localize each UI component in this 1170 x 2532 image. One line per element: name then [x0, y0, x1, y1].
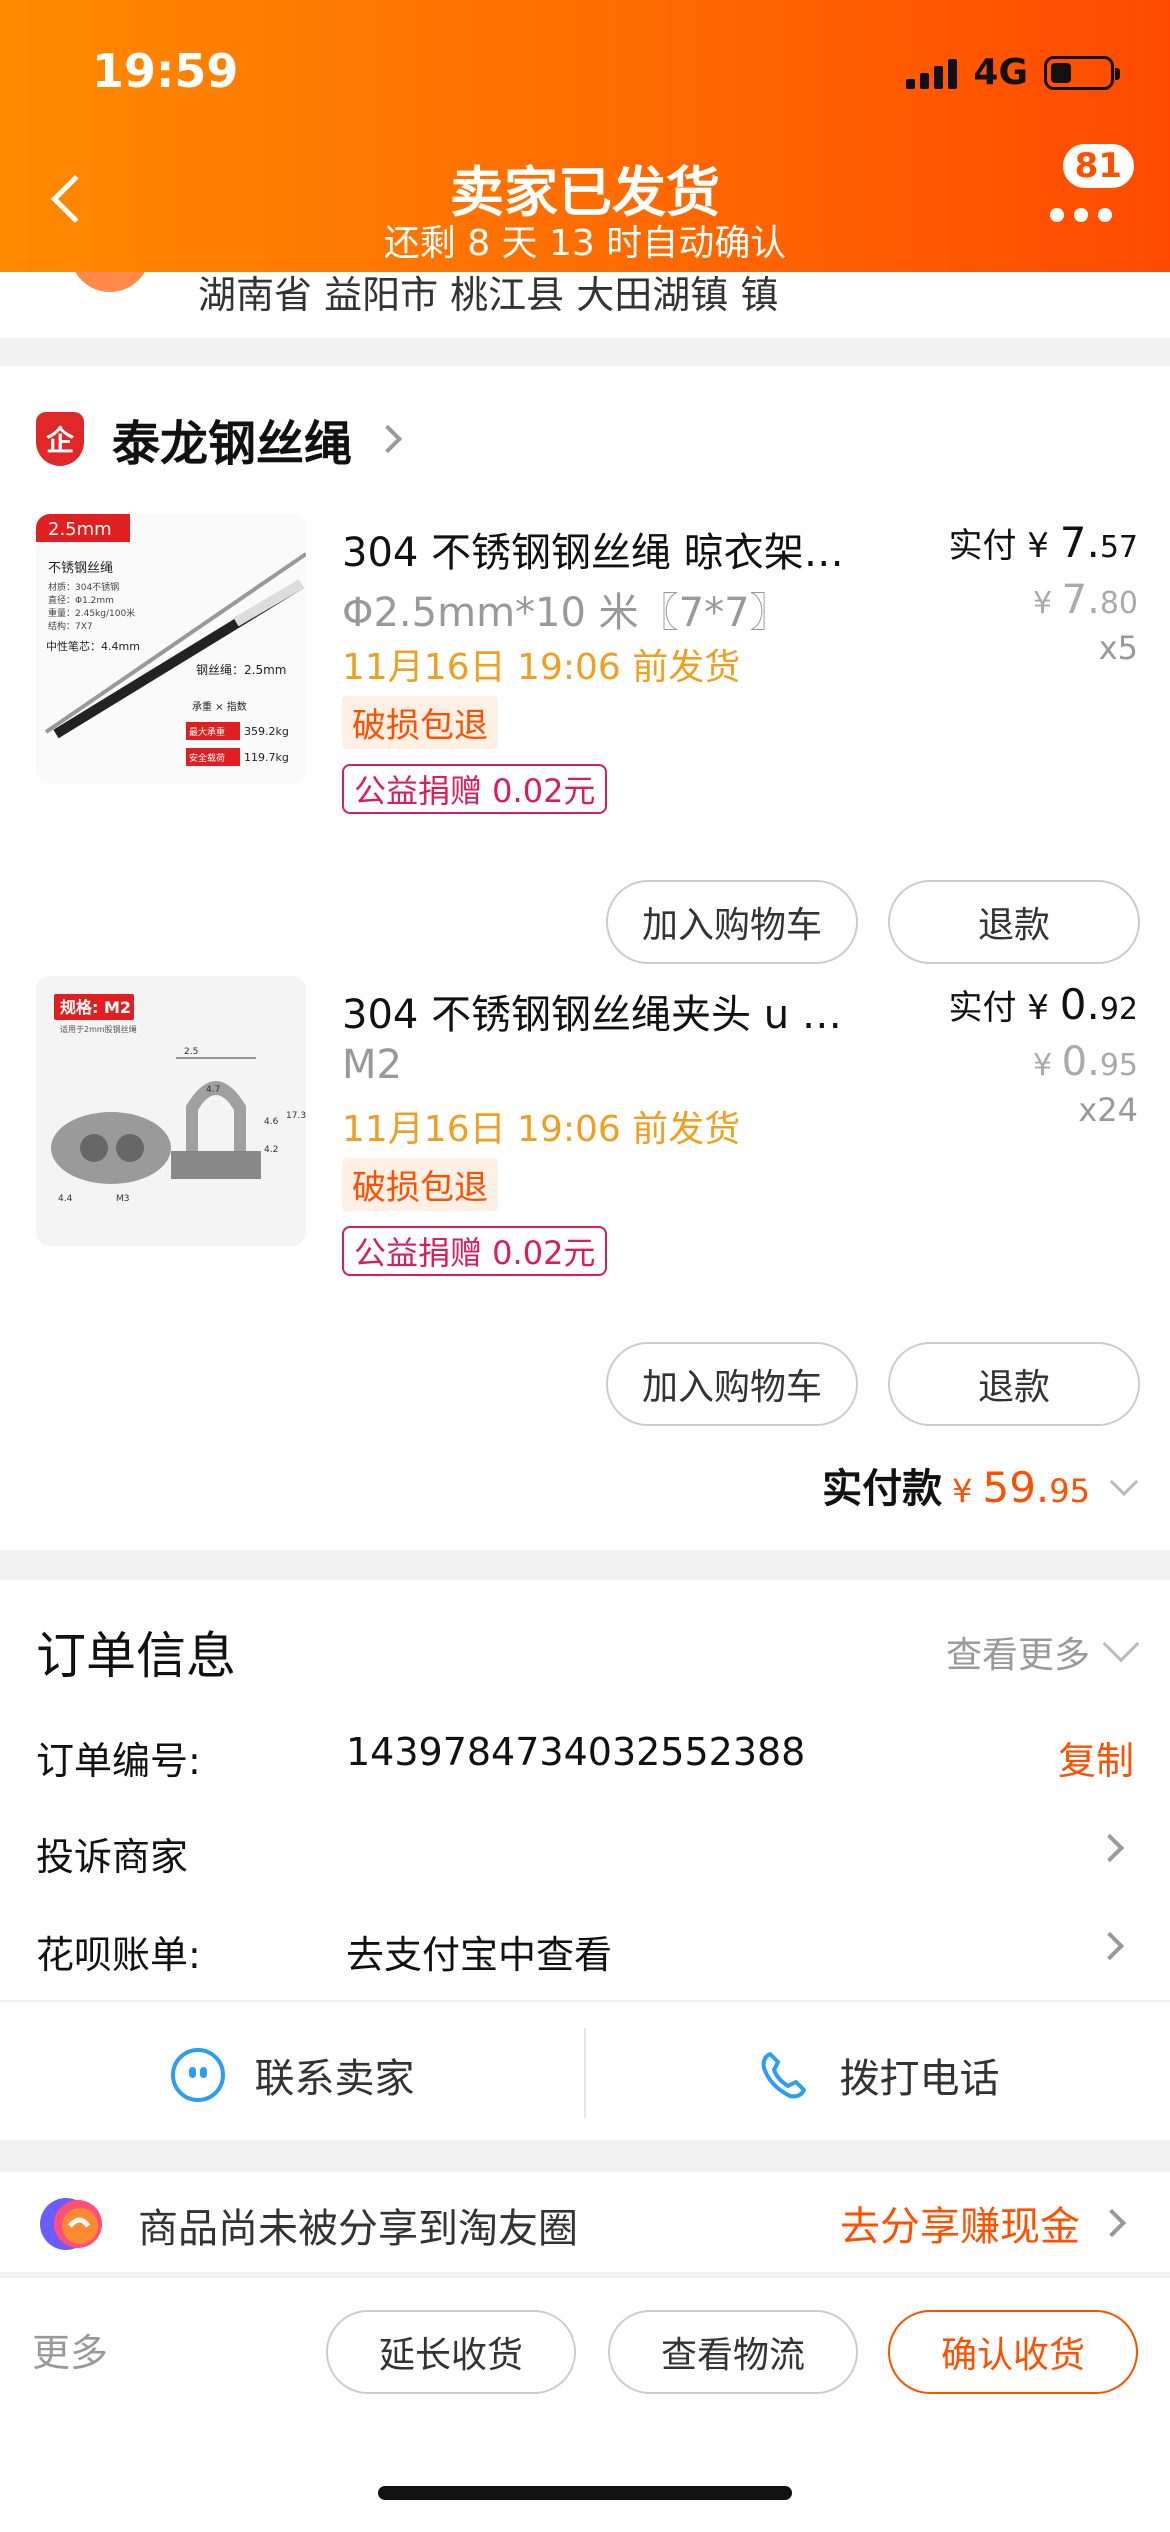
chevron-right-icon	[373, 424, 403, 454]
order-item[interactable]: 规格: M2 适用于2mm股钢丝绳 2.5 4.7 4.6 17.3 4.2 M…	[0, 976, 1170, 1436]
bottom-action-bar: 更多 延长收货 查看物流 确认收货	[0, 2276, 1170, 2532]
confirm-receipt-button[interactable]: 确认收货	[888, 2310, 1138, 2394]
signal-icon	[906, 57, 958, 89]
chat-face-icon	[170, 2048, 225, 2102]
svg-text:最大承重: 最大承重	[189, 726, 225, 738]
enterprise-shop-icon: 企	[36, 412, 84, 466]
address-text: 湖南省 益阳市 桃江县 大田湖镇 镇	[198, 273, 779, 317]
address-strip[interactable]: 湖南省 益阳市 桃江县 大田湖镇 镇	[0, 242, 1170, 338]
ship-deadline: 11月16日 19:06 前发货	[342, 647, 741, 688]
total-amount: 59.95	[982, 1463, 1090, 1512]
phone-icon	[761, 2052, 806, 2099]
svg-text:结构：7X7: 结构：7X7	[48, 620, 93, 632]
product-spec: Φ2.5mm*10 米〖7*7〗	[342, 590, 790, 636]
svg-text:17.3: 17.3	[286, 1111, 306, 1121]
original-price: ¥ 0.95	[1033, 1039, 1138, 1085]
view-more-button[interactable]: 查看更多	[946, 1625, 1140, 1678]
order-number-label: 订单编号:	[36, 1739, 201, 1783]
damage-return-tag: 破损包退	[342, 696, 498, 749]
damage-return-tag: 破损包退	[342, 1158, 498, 1211]
divider	[0, 2000, 1170, 2002]
ship-deadline: 11月16日 19:06 前发货	[342, 1109, 741, 1150]
currency-symbol: ¥	[952, 1472, 973, 1510]
svg-text:不锈钢丝绳: 不锈钢丝绳	[48, 561, 113, 576]
svg-text:安全载荷: 安全载荷	[189, 752, 225, 764]
shop-header[interactable]: 企 泰龙钢丝绳	[36, 404, 403, 474]
svg-text:4.7: 4.7	[206, 1085, 220, 1095]
product-image-wire-rope[interactable]: 2.5mm 不锈钢丝绳 材质：304不锈钢 直径：Φ1.2mm 重量：2.45k…	[36, 514, 306, 784]
chevron-down-icon	[1109, 1467, 1139, 1497]
total-payment-row[interactable]: 实付款 ¥ 59.95	[822, 1456, 1139, 1514]
svg-text:119.7kg: 119.7kg	[244, 751, 289, 764]
svg-text:359.2kg: 359.2kg	[244, 725, 289, 738]
auto-confirm-countdown: 还剩 8 天 13 时自动确认	[383, 223, 787, 264]
paid-price: 实付 ¥ 0.92	[948, 980, 1138, 1029]
original-price: ¥ 7.80	[1033, 577, 1138, 623]
svg-text:钢丝绳：2.5mm: 钢丝绳：2.5mm	[196, 663, 286, 677]
price-box: 实付 ¥ 0.92 ¥ 0.95 x24	[948, 980, 1138, 1129]
quantity: x24	[1078, 1091, 1138, 1129]
svg-text:4.2: 4.2	[264, 1145, 278, 1155]
product-spec: M2	[342, 1042, 402, 1088]
huabei-bill-link[interactable]: 去支付宝中查看	[346, 1924, 612, 1979]
view-logistics-button[interactable]: 查看物流	[608, 2310, 858, 2394]
more-dots-icon	[1050, 208, 1112, 222]
chevron-right-icon	[1095, 1833, 1125, 1863]
paid-price: 实付 ¥ 7.57	[948, 518, 1138, 567]
refund-button[interactable]: 退款	[888, 880, 1140, 964]
status-time: 19:59	[92, 44, 239, 98]
svg-text:中性笔芯：4.4mm: 中性笔芯：4.4mm	[46, 639, 140, 653]
total-label: 实付款	[822, 1466, 943, 1512]
extend-receipt-button[interactable]: 延长收货	[326, 2310, 576, 2394]
svg-text:4.4: 4.4	[58, 1194, 73, 1204]
svg-text:适用于2mm股钢丝绳: 适用于2mm股钢丝绳	[60, 1024, 137, 1034]
product-image-wire-clamp[interactable]: 规格: M2 适用于2mm股钢丝绳 2.5 4.7 4.6 17.3 4.2 M…	[36, 976, 306, 1246]
contact-seller-button[interactable]: 联系卖家	[0, 2010, 585, 2140]
share-banner[interactable]: 商品尚未被分享到淘友圈 去分享赚现金	[0, 2172, 1170, 2272]
call-phone-button[interactable]: 拨打电话	[585, 2010, 1170, 2140]
chevron-right-icon	[1095, 1931, 1125, 1961]
price-box: 实付 ¥ 7.57 ¥ 7.80 x5	[948, 518, 1138, 667]
order-info-card: 订单信息 查看更多 订单编号: 1439784734032552388 复制 投…	[0, 1580, 1170, 2140]
svg-text:重量：2.45kg/100米: 重量：2.45kg/100米	[48, 607, 135, 619]
order-number-value: 1439784734032552388	[346, 1730, 806, 1774]
more-actions[interactable]: 更多	[32, 2322, 108, 2377]
quantity: x5	[1098, 629, 1138, 667]
order-item[interactable]: 2.5mm 不锈钢丝绳 材质：304不锈钢 直径：Φ1.2mm 重量：2.45k…	[0, 514, 1170, 974]
taoyou-circle-icon	[40, 2198, 102, 2250]
refund-button[interactable]: 退款	[888, 1342, 1140, 1426]
charity-tag: 公益捐赠 0.02元	[342, 1226, 608, 1276]
huabei-bill-label: 花呗账单:	[36, 1933, 201, 1977]
svg-text:2.5: 2.5	[184, 1047, 198, 1057]
share-earn-link[interactable]: 去分享赚现金	[840, 2194, 1127, 2252]
chevron-down-icon	[1102, 1625, 1140, 1663]
order-header: 19:59 4G 卖家已发货 还剩 8 天 13 时自动确认 81	[0, 0, 1170, 272]
complain-seller-link[interactable]: 投诉商家	[36, 1826, 188, 1881]
add-to-cart-button[interactable]: 加入购物车	[606, 1342, 858, 1426]
shop-name: 泰龙钢丝绳	[112, 416, 353, 472]
share-status-text: 商品尚未被分享到淘友圈	[138, 2206, 578, 2252]
svg-text:承重 × 指数: 承重 × 指数	[192, 700, 247, 713]
svg-text:M3: M3	[116, 1194, 130, 1204]
product-title[interactable]: 304 不锈钢钢丝绳夹头 u 型…	[342, 982, 862, 1040]
order-info-title: 订单信息	[36, 1627, 236, 1685]
product-title[interactable]: 304 不锈钢钢丝绳 晾衣架…	[342, 520, 862, 578]
thumb-corner-label: 2.5mm	[48, 519, 112, 540]
svg-text:直径：Φ1.2mm: 直径：Φ1.2mm	[48, 594, 114, 606]
network-label: 4G	[973, 52, 1028, 93]
more-menu-button[interactable]: 81	[1046, 136, 1136, 226]
copy-button[interactable]: 复制	[1058, 1730, 1134, 1785]
shop-card: 企 泰龙钢丝绳 2.5mm 不锈钢丝绳 材质：304不锈钢 直径：Φ1.2mm …	[0, 366, 1170, 1550]
svg-text:材质：304不锈钢: 材质：304不锈钢	[48, 581, 119, 593]
charity-tag: 公益捐赠 0.02元	[342, 764, 608, 814]
home-indicator	[378, 2486, 792, 2500]
chevron-right-icon	[1097, 2208, 1127, 2238]
battery-icon	[1044, 55, 1120, 90]
message-badge: 81	[1062, 144, 1134, 188]
svg-text:4.6: 4.6	[264, 1117, 279, 1127]
status-indicators: 4G	[906, 52, 1120, 93]
add-to-cart-button[interactable]: 加入购物车	[606, 880, 858, 964]
thumb-corner-label: 规格: M2	[60, 998, 131, 1017]
